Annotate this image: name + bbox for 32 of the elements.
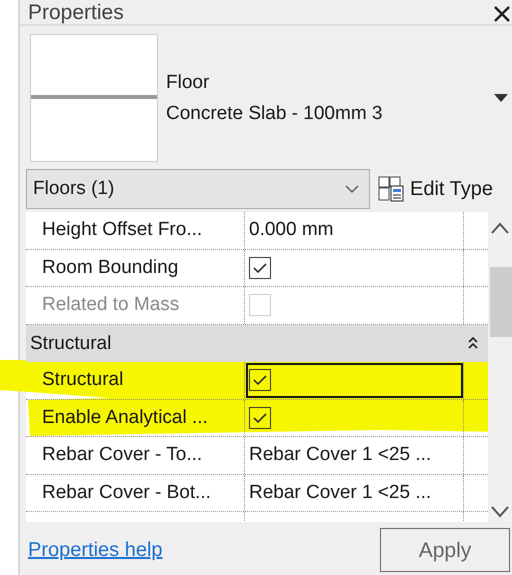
group-title: Structural bbox=[30, 332, 112, 356]
checkbox[interactable] bbox=[249, 256, 271, 279]
property-name: Related to Mass bbox=[26, 287, 245, 324]
property-name: Height Offset Fro... bbox=[26, 212, 245, 248]
type-name: Concrete Slab - 100mm 3 bbox=[166, 102, 384, 126]
property-value[interactable]: Rebar Cover 1 <25 ... bbox=[245, 437, 464, 474]
scroll-thumb[interactable] bbox=[490, 267, 512, 337]
collapse-icon[interactable] bbox=[468, 337, 478, 350]
property-value[interactable]: 0.000 mm bbox=[245, 212, 464, 248]
selected-cell[interactable] bbox=[245, 362, 464, 398]
type-family: Floor bbox=[166, 71, 210, 95]
checkmark-icon bbox=[253, 374, 267, 386]
property-value[interactable]: Rebar Cover 1 <25 ... bbox=[245, 474, 464, 511]
checkbox[interactable] bbox=[249, 406, 271, 429]
checkmark-icon bbox=[253, 262, 267, 274]
scroll-down-icon[interactable] bbox=[491, 506, 509, 518]
panel-title: Properties bbox=[28, 2, 124, 24]
edit-type-button[interactable]: Edit Type bbox=[376, 174, 496, 204]
scroll-up-icon[interactable] bbox=[491, 222, 509, 234]
help-link[interactable]: Properties help bbox=[28, 535, 163, 565]
property-name: Room Bounding bbox=[26, 250, 245, 286]
checkmark-icon bbox=[253, 412, 267, 424]
property-name: Rebar Cover - Bot... bbox=[26, 474, 245, 511]
property-name: Rebar Cover - To... bbox=[26, 437, 245, 474]
checkbox[interactable] bbox=[249, 369, 271, 392]
edit-type-icon bbox=[378, 176, 404, 202]
chevron-down-icon bbox=[345, 184, 359, 193]
category-dropdown[interactable]: Floors (1) bbox=[26, 169, 370, 209]
close-icon[interactable] bbox=[492, 4, 512, 24]
dropdown-caret-icon[interactable] bbox=[494, 93, 508, 103]
floor-preview-icon bbox=[30, 34, 158, 162]
group-header[interactable]: Structural bbox=[26, 324, 488, 362]
